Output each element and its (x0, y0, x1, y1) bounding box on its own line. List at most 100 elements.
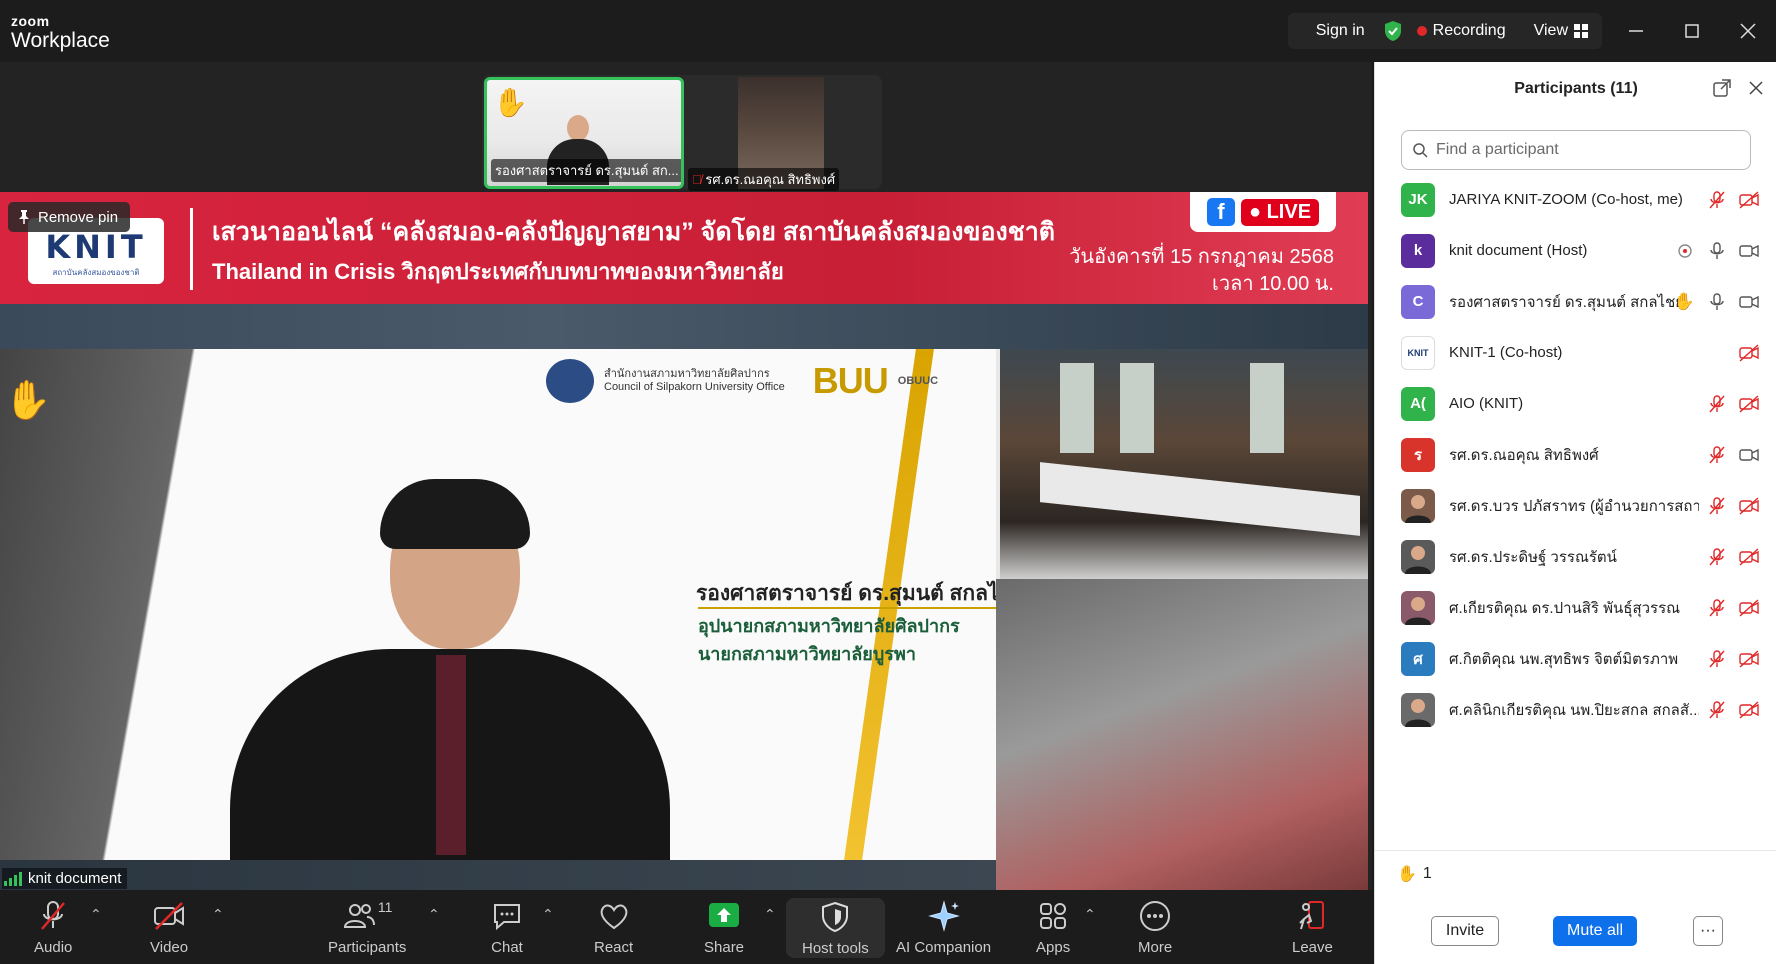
participant-avatar: JK (1401, 182, 1435, 217)
participant-row[interactable]: k knit document (Host) (1375, 225, 1776, 276)
obuuc-logo: OBUUC (897, 375, 939, 387)
panel-more-button[interactable]: ··· (1693, 916, 1723, 946)
participant-name: รศ.ดร.ประดิษฐ์ วรรณรัตน์ (1449, 548, 1617, 566)
chat-options-caret[interactable]: ⌃ (542, 906, 554, 923)
participants-button[interactable]: 11 Participants (328, 890, 406, 964)
thumbnail-name-2: 🎙̸ รศ.ดร.ณอคุณ สิทธิพงศ์ (688, 168, 840, 191)
more-button[interactable]: More (1138, 890, 1172, 964)
mute-all-button[interactable]: Mute all (1553, 916, 1637, 946)
mic-muted-icon[interactable] (1707, 649, 1727, 669)
mic-icon[interactable] (1707, 292, 1727, 312)
video-off-icon[interactable] (1739, 700, 1759, 720)
invite-button[interactable]: Invite (1431, 916, 1499, 946)
name-tag-text: knit document (28, 870, 122, 887)
participant-row[interactable]: JK JARIYA KNIT-ZOOM (Co-host, me) (1375, 174, 1776, 225)
participant-name: รศ.ดร.บวร ปภัสราทร (ผู้อำนวยการสถา... (1449, 497, 1699, 515)
share-screen-icon (709, 902, 740, 927)
apps-options-caret[interactable]: ⌃ (1084, 906, 1096, 923)
participant-photo-avatar (1401, 590, 1435, 625)
participants-options-caret[interactable]: ⌃ (428, 906, 440, 923)
video-off-icon[interactable] (1739, 496, 1759, 516)
video-off-icon[interactable] (1739, 343, 1759, 363)
close-window-button[interactable] (1720, 0, 1776, 62)
video-off-icon[interactable] (1739, 598, 1759, 618)
search-input[interactable] (1436, 141, 1736, 159)
share-button[interactable]: Share (704, 890, 744, 964)
video-button[interactable]: Video (150, 890, 188, 964)
speaker-name-caption: รองศาสตราจารย์ ดร.สุมนต์ สกลไชย (696, 582, 996, 605)
raised-hand-icon: ✋ (4, 380, 52, 422)
chat-button[interactable]: Chat (490, 890, 524, 964)
view-button[interactable]: View (1534, 22, 1568, 40)
maximize-button[interactable] (1664, 0, 1720, 62)
video-off-icon[interactable] (1739, 190, 1759, 210)
mic-muted-icon[interactable] (1707, 496, 1727, 516)
minimize-button[interactable] (1608, 0, 1664, 62)
participant-avatar: A( (1401, 386, 1435, 421)
audio-options-caret[interactable]: ⌃ (90, 906, 102, 923)
live-badge: f ● LIVE (1190, 192, 1336, 232)
participant-row[interactable]: ร รศ.ดร.ณอคุณ สิทธิพงศ์ (1375, 429, 1776, 480)
pop-out-icon[interactable] (1712, 78, 1732, 98)
participant-status-icons (1707, 547, 1759, 567)
participant-row[interactable]: รศ.ดร.ประดิษฐ์ วรรณรัตน์ (1375, 531, 1776, 582)
event-banner: KNIT สถาบันคลังสมองของชาติ เสวนาออนไลน์ … (0, 192, 1368, 304)
background-video (996, 579, 1368, 890)
react-label: React (594, 938, 634, 956)
mic-muted-icon[interactable] (1707, 598, 1727, 618)
thumbnail-active-speaker[interactable]: ✋ รองศาสตราจารย์ ดร.สุมนต์ สก... (484, 77, 684, 189)
mic-muted-icon[interactable] (1707, 190, 1727, 210)
participant-row[interactable]: C รองศาสตราจารย์ ดร.สุมนต์ สกลไชย ✋ (1375, 276, 1776, 327)
participant-search[interactable] (1401, 130, 1751, 170)
mic-muted-icon[interactable] (1707, 700, 1727, 720)
mic-icon[interactable] (1707, 241, 1727, 261)
raised-hands-count[interactable]: ✋ 1 (1397, 864, 1432, 884)
video-options-caret[interactable]: ⌃ (212, 906, 224, 923)
grid-view-icon[interactable] (1574, 24, 1588, 38)
encryption-shield-icon[interactable] (1383, 20, 1403, 42)
participant-name: AIO (KNIT) (1449, 395, 1524, 412)
mic-muted-icon[interactable] (1707, 445, 1727, 465)
participants-count: 11 (377, 898, 393, 915)
video-off-icon[interactable] (1739, 547, 1759, 567)
ai-companion-button[interactable]: AI Companion (896, 890, 991, 964)
thumbnail-strip: ✋ รองศาสตราจารย์ ดร.สุมนต์ สก... 🎙̸ รศ.ด… (482, 75, 882, 191)
host-tools-button[interactable]: Host tools (786, 898, 885, 958)
participant-avatar: ศ (1401, 641, 1435, 676)
participant-row[interactable]: ศ.เกียรติคุณ ดร.ปานสิริ พันธุ์สุวรรณ (1375, 582, 1776, 633)
leave-button[interactable]: Leave (1292, 890, 1333, 964)
video-off-icon[interactable] (1739, 394, 1759, 414)
participant-status-icons (1707, 649, 1759, 669)
share-options-caret[interactable]: ⌃ (764, 906, 776, 923)
participant-row[interactable]: รศ.ดร.บวร ปภัสราทร (ผู้อำนวยการสถา... (1375, 480, 1776, 531)
close-panel-icon[interactable] (1748, 80, 1764, 96)
raised-hand-icon: ✋ (1397, 866, 1417, 883)
raised-hands-number: 1 (1422, 865, 1432, 882)
thumbnail-name: รองศาสตราจารย์ ดร.สุมนต์ สก... (491, 159, 681, 182)
live-label: ● LIVE (1240, 198, 1320, 226)
audio-button[interactable]: Audio (34, 890, 72, 964)
mic-muted-icon[interactable] (1707, 394, 1727, 414)
more-label: More (1138, 938, 1173, 956)
sign-in-button[interactable]: Sign in (1302, 22, 1379, 40)
speaker-video (230, 479, 670, 860)
react-button[interactable]: React (594, 890, 633, 964)
video-icon[interactable] (1739, 241, 1759, 261)
participant-list: JK JARIYA KNIT-ZOOM (Co-host, me) k knit do… (1375, 174, 1776, 735)
video-off-icon[interactable] (1739, 649, 1759, 669)
shared-screen: Remove pin KNIT สถาบันคลังสมองของชาติ เส… (0, 192, 1368, 890)
remove-pin-button[interactable]: Remove pin (8, 202, 131, 232)
mic-muted-icon[interactable] (1707, 547, 1727, 567)
participant-status-icons (1739, 343, 1759, 363)
video-icon[interactable] (1739, 292, 1759, 312)
participant-row[interactable]: A( AIO (KNIT) (1375, 378, 1776, 429)
recording-dot-icon (1416, 26, 1427, 36)
banner-date: วันอังคารที่ 15 กรกฎาคม 2568 เวลา 10.00 … (1069, 244, 1334, 298)
search-icon (1413, 143, 1428, 158)
apps-button[interactable]: Apps (1036, 890, 1070, 964)
participant-row[interactable]: ศ ศ.กิตติคุณ นพ.สุทธิพร จิตต์มิตรภาพ (1375, 633, 1776, 684)
video-icon[interactable] (1739, 445, 1759, 465)
recording-indicator[interactable]: Recording (1433, 22, 1506, 40)
participant-row[interactable]: ศ.คลินิกเกียรติคุณ นพ.ปิยะสกล สกลสั... (1375, 684, 1776, 735)
participant-row[interactable]: KNIT KNIT-1 (Co-host) (1375, 327, 1776, 378)
